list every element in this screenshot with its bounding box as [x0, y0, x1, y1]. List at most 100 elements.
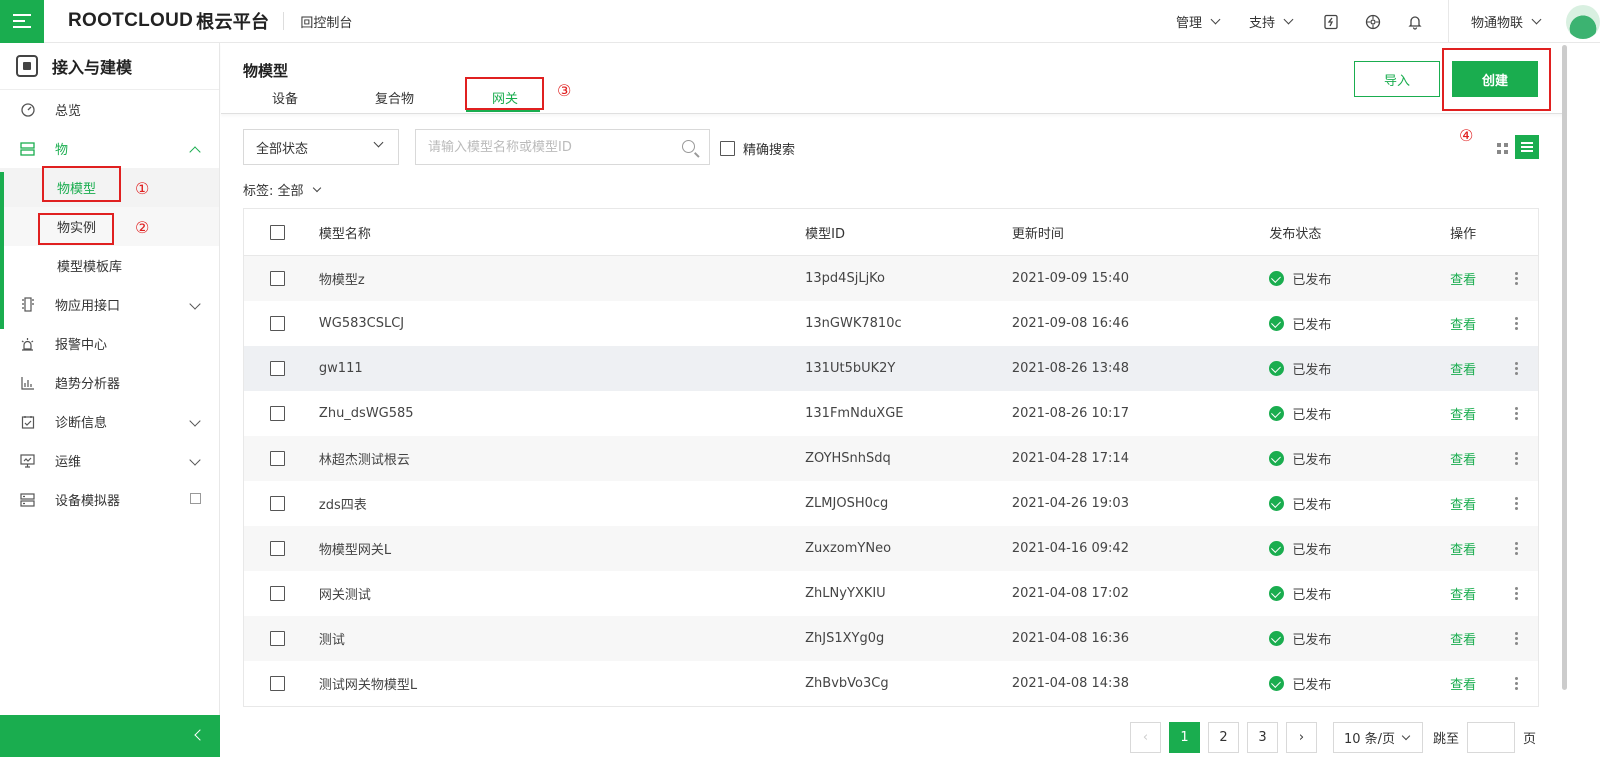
more-icon[interactable] [1515, 497, 1518, 510]
annotation-number-1: ① [135, 179, 150, 198]
table-row[interactable]: 测试网关物模型L ZhBvbVo3Cg 2021-04-08 14:38 已发布 查看 [244, 661, 1538, 706]
row-actions: 查看 [1450, 449, 1538, 468]
model-name: Zhu_dsWG585 [318, 406, 414, 421]
page-jump: 跳至 页 [1433, 722, 1536, 753]
tags-filter[interactable]: 标签: 全部 [243, 180, 321, 199]
more-icon[interactable] [1515, 677, 1518, 690]
chevron-down-icon [189, 415, 201, 427]
search-input[interactable] [428, 139, 668, 155]
chevron-up-icon [189, 146, 201, 158]
sidebar-item-overview[interactable]: 总览 [0, 90, 219, 129]
view-link[interactable]: 查看 [1450, 584, 1476, 603]
row-checkbox[interactable] [270, 361, 285, 376]
more-icon[interactable] [1515, 587, 1518, 600]
sidebar-item-things[interactable]: 物 [0, 129, 219, 168]
published-icon [1269, 451, 1285, 466]
chevron-down-icon [312, 183, 321, 193]
more-icon[interactable] [1515, 632, 1518, 645]
select-all-checkbox[interactable] [270, 224, 285, 240]
account-menu[interactable]: 物通物联 [1471, 12, 1542, 31]
sidebar-collapse-bar[interactable] [0, 715, 220, 757]
prev-page-button[interactable]: ‹ [1130, 722, 1161, 753]
row-checkbox[interactable] [270, 406, 285, 421]
support-menu[interactable]: 支持 [1249, 12, 1294, 31]
sidebar-item-trend[interactable]: 趋势分析器 [0, 363, 219, 402]
sidebar-item-simulator[interactable]: 设备模拟器 [0, 480, 219, 519]
table-row[interactable]: 林超杰测试根云 ZOYHSnhSdq 2021-04-28 17:14 已发布 查看 [244, 436, 1538, 481]
settings-icon[interactable] [1364, 13, 1382, 31]
alarm-icon [20, 336, 35, 351]
page-button[interactable]: 1 [1169, 722, 1200, 753]
brand-name: ROOTCLOUD [68, 10, 194, 31]
row-checkbox[interactable] [270, 316, 285, 331]
table-row[interactable]: WG583CSLCJ 13nGWK7810c 2021-09-08 16:46 已发布… [244, 301, 1538, 346]
table-row[interactable]: 物模型z 13pd4SjLjKo 2021-09-09 15:40 已发布 查看 [244, 256, 1538, 301]
page-button[interactable]: 2 [1208, 722, 1239, 753]
row-checkbox[interactable] [270, 271, 285, 286]
row-checkbox[interactable] [270, 451, 285, 466]
more-icon[interactable] [1515, 407, 1518, 420]
console-link[interactable]: 回控制台 [300, 12, 352, 31]
view-link[interactable]: 查看 [1450, 269, 1476, 288]
table-row[interactable]: Zhu_dsWG585 131FmNduXGE 2021-08-26 10:17 已发… [244, 391, 1538, 436]
column-header-name: 模型名称 [318, 226, 371, 242]
table-row[interactable]: 物模型网关L ZuxzomYNeo 2021-04-16 09:42 已发布 查看 [244, 526, 1538, 571]
jump-page-input[interactable] [1467, 722, 1516, 753]
view-link[interactable]: 查看 [1450, 359, 1476, 378]
table-row[interactable]: gw111 131Ut5bUK2Y 2021-08-26 13:48 已发布 查看 [244, 346, 1538, 391]
grid-view-icon[interactable] [1492, 138, 1512, 158]
view-link[interactable]: 查看 [1450, 449, 1476, 468]
sidebar-subitem-model-template[interactable]: 模型模板库 [0, 246, 219, 285]
sidebar-item-app-interface[interactable]: 物应用接口 [0, 285, 219, 324]
precise-search-toggle[interactable]: 精确搜索 [720, 139, 795, 158]
more-icon[interactable] [1515, 272, 1518, 285]
brand-logo[interactable]: ROOTCLOUD 根云平台 [68, 8, 269, 34]
row-checkbox[interactable] [270, 541, 285, 556]
row-checkbox[interactable] [270, 676, 285, 691]
menu-icon[interactable] [0, 0, 44, 43]
view-link[interactable]: 查看 [1450, 674, 1476, 693]
more-icon[interactable] [1515, 362, 1518, 375]
status-select[interactable]: 全部状态 [243, 129, 399, 165]
sidebar-item-ops[interactable]: 运维 [0, 441, 219, 480]
publish-status: 已发布 [1269, 269, 1450, 288]
search-icon[interactable] [682, 140, 695, 153]
chevron-down-icon [373, 137, 384, 148]
sidebar-item-alarm[interactable]: 报警中心 [0, 324, 219, 363]
view-link[interactable]: 查看 [1450, 404, 1476, 423]
more-icon[interactable] [1515, 452, 1518, 465]
model-id: ZhJS1XYg0g [805, 631, 885, 646]
tab-composite[interactable]: 复合物 [375, 88, 414, 107]
publish-status: 已发布 [1269, 584, 1450, 603]
publish-status: 已发布 [1269, 314, 1450, 333]
row-checkbox[interactable] [270, 586, 285, 601]
next-page-button[interactable]: › [1286, 722, 1317, 753]
view-link[interactable]: 查看 [1450, 314, 1476, 333]
view-link[interactable]: 查看 [1450, 629, 1476, 648]
table-header: 模型名称 模型ID 更新时间 发布状态 操作 [244, 209, 1538, 256]
row-checkbox[interactable] [270, 496, 285, 511]
document-icon[interactable] [1322, 13, 1340, 31]
view-link[interactable]: 查看 [1450, 494, 1476, 513]
table-row[interactable]: zds四表 ZLMJOSH0cg 2021-04-26 19:03 已发布 查看 [244, 481, 1538, 526]
row-checkbox[interactable] [270, 631, 285, 646]
manage-menu[interactable]: 管理 [1176, 12, 1221, 31]
page-button[interactable]: 3 [1247, 722, 1278, 753]
update-time: 2021-04-08 14:38 [1011, 676, 1129, 691]
scrollbar[interactable] [1562, 45, 1567, 690]
publish-status-label: 已发布 [1292, 633, 1332, 648]
list-view-icon[interactable] [1515, 135, 1539, 159]
precise-search-checkbox[interactable] [720, 141, 735, 156]
search-box[interactable] [415, 129, 710, 165]
table-row[interactable]: 网关测试 ZhLNyYXKIU 2021-04-08 17:02 已发布 查看 [244, 571, 1538, 616]
view-link[interactable]: 查看 [1450, 539, 1476, 558]
avatar[interactable] [1566, 4, 1600, 39]
sidebar-item-diagnosis[interactable]: 诊断信息 [0, 402, 219, 441]
more-icon[interactable] [1515, 542, 1518, 555]
more-icon[interactable] [1515, 317, 1518, 330]
table-row[interactable]: 测试 ZhJS1XYg0g 2021-04-08 16:36 已发布 查看 [244, 616, 1538, 661]
bell-icon[interactable] [1406, 13, 1424, 31]
import-button[interactable]: 导入 [1354, 61, 1440, 97]
page-size-select[interactable]: 10 条/页 [1333, 722, 1423, 753]
tab-device[interactable]: 设备 [272, 88, 298, 107]
